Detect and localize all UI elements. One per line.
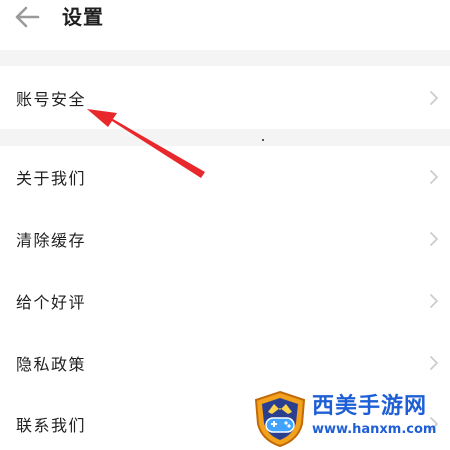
chevron-right-icon	[430, 232, 438, 246]
arrow-left-icon	[15, 6, 40, 28]
chevron-right-icon	[430, 170, 438, 184]
back-button[interactable]	[12, 4, 42, 30]
section-divider	[0, 50, 450, 66]
settings-item-about-us[interactable]: 关于我们	[0, 146, 450, 208]
section-divider	[0, 129, 450, 146]
site-watermark: 西美手游网 www.hanxm.com	[252, 390, 450, 450]
settings-item-label: 给个好评	[16, 293, 87, 312]
settings-item-account-security[interactable]: 账号安全	[0, 67, 450, 129]
chevron-right-icon	[430, 356, 438, 370]
settings-item-privacy-policy[interactable]: 隐私政策	[0, 332, 450, 394]
settings-item-label: 隐私政策	[16, 355, 87, 374]
settings-screen: 设置 账号安全 关于我们 清除缓存 给个好评 隐私政策 联系我们 西美手游网 w…	[0, 0, 450, 450]
settings-item-label: 清除缓存	[16, 231, 87, 250]
top-bar: 设置	[0, 0, 450, 48]
settings-item-label: 账号安全	[16, 90, 87, 109]
gamepad-shield-icon	[254, 390, 306, 448]
stray-dot	[262, 139, 264, 141]
settings-item-label: 关于我们	[16, 169, 87, 188]
settings-item-label: 联系我们	[16, 416, 87, 435]
watermark-url: www.hanxm.com	[312, 422, 437, 437]
chevron-right-icon	[430, 91, 438, 105]
settings-item-clear-cache[interactable]: 清除缓存	[0, 208, 450, 270]
settings-item-rate-app[interactable]: 给个好评	[0, 270, 450, 332]
watermark-title: 西美手游网	[312, 394, 428, 419]
chevron-right-icon	[430, 294, 438, 308]
page-title: 设置	[62, 5, 104, 29]
